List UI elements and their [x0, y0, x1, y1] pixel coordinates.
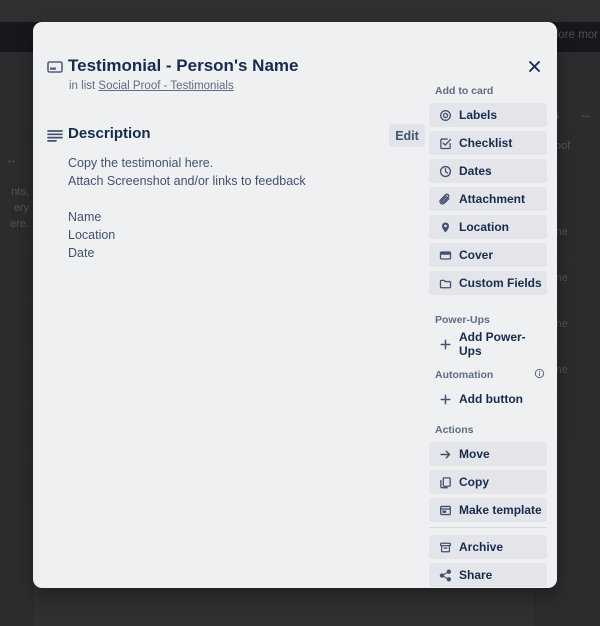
automation-heading: Automation — [435, 368, 547, 382]
description-body[interactable]: Copy the testimonial here. Attach Screen… — [68, 154, 418, 262]
labels-icon — [438, 108, 452, 122]
in-list-prefix: in list — [69, 80, 99, 92]
share-button[interactable]: Share — [429, 563, 547, 587]
actions-heading: Actions — [435, 424, 474, 436]
add-checklist-label: Checklist — [459, 136, 513, 150]
add-attachment-button[interactable]: Attachment — [429, 187, 547, 211]
add-dates-button[interactable]: Dates — [429, 159, 547, 183]
add-location-button[interactable]: Location — [429, 215, 547, 239]
make-template-button[interactable]: Make template — [429, 498, 547, 522]
card-sidebar: Add to card Labels Checklist Dates Attac… — [429, 84, 547, 588]
plus-icon — [438, 337, 452, 351]
move-label: Move — [459, 447, 490, 461]
copy-button[interactable]: Copy — [429, 470, 547, 494]
add-button-button[interactable]: Add button — [429, 387, 547, 411]
add-labels-label: Labels — [459, 108, 498, 122]
add-cover-button[interactable]: Cover — [429, 243, 547, 267]
checklist-icon — [438, 136, 452, 150]
breadcrumb: in list Social Proof - Testimonials — [69, 80, 234, 92]
close-icon[interactable] — [522, 54, 546, 78]
copy-label: Copy — [459, 475, 489, 489]
add-custom-fields-button[interactable]: Custom Fields — [429, 271, 547, 295]
clock-icon — [438, 164, 452, 178]
share-icon — [438, 568, 452, 582]
add-custom-fields-label: Custom Fields — [459, 276, 542, 290]
cover-icon — [438, 248, 452, 262]
add-attachment-label: Attachment — [459, 192, 526, 206]
add-labels-button[interactable]: Labels — [429, 103, 547, 127]
add-power-ups-button[interactable]: Add Power-Ups — [429, 330, 547, 358]
move-button[interactable]: Move — [429, 442, 547, 466]
paperclip-icon — [438, 192, 452, 206]
location-pin-icon — [438, 220, 452, 234]
add-location-label: Location — [459, 220, 509, 234]
description-heading: Description — [68, 125, 151, 142]
info-icon[interactable] — [534, 368, 545, 379]
folder-icon — [438, 276, 452, 290]
description-lines-icon — [46, 127, 64, 145]
card-icon — [46, 58, 64, 76]
archive-icon — [438, 540, 452, 554]
add-cover-label: Cover — [459, 248, 494, 262]
add-to-card-heading: Add to card — [435, 85, 494, 97]
add-dates-label: Dates — [459, 164, 492, 178]
template-icon — [438, 503, 452, 517]
edit-button[interactable]: Edit — [389, 124, 425, 147]
card-detail-modal: Testimonial - Person's Name in list Soci… — [33, 22, 557, 588]
add-button-label: Add button — [459, 392, 523, 406]
screen: xplore mor ↔ nts, ery ere. ials ↔ Proof — [0, 0, 600, 626]
page-title: Testimonial - Person's Name — [68, 56, 299, 75]
share-label: Share — [459, 568, 493, 582]
power-ups-heading: Power-Ups — [435, 314, 490, 326]
archive-label: Archive — [459, 540, 504, 554]
add-power-ups-label: Add Power-Ups — [459, 330, 526, 358]
plus-icon — [438, 392, 452, 406]
archive-button[interactable]: Archive — [429, 535, 547, 559]
automation-heading-label: Automation — [435, 369, 494, 381]
copy-icon — [438, 475, 452, 489]
list-link[interactable]: Social Proof - Testimonials — [98, 80, 233, 92]
make-template-label: Make template — [459, 503, 542, 517]
actions-divider — [429, 527, 547, 528]
arrow-right-icon — [438, 447, 452, 461]
add-checklist-button[interactable]: Checklist — [429, 131, 547, 155]
